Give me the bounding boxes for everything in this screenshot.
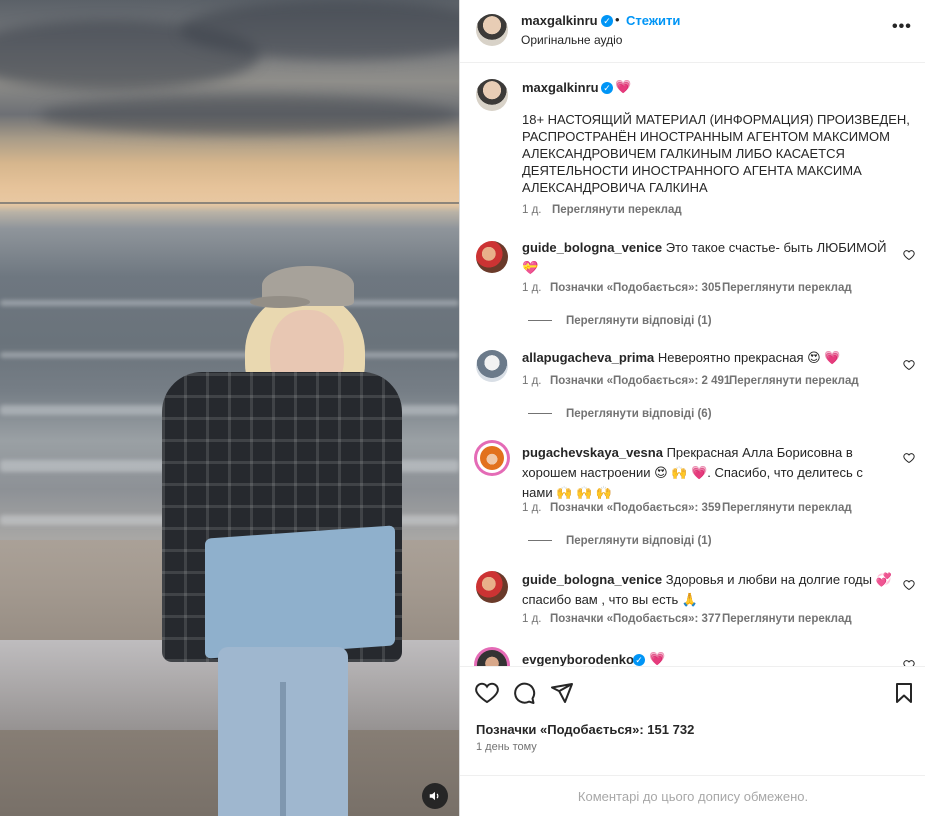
follow-button[interactable]: Стежити xyxy=(626,13,680,28)
speaker-icon-glyph xyxy=(429,791,439,801)
avatar[interactable] xyxy=(474,440,510,476)
replies-line xyxy=(528,540,552,542)
heart-emoji: 💗 xyxy=(615,79,632,94)
view-replies-button[interactable]: Переглянути відповіді (6) xyxy=(528,408,712,420)
avatar[interactable] xyxy=(476,14,508,46)
woman-figure xyxy=(150,262,410,816)
heart-emoji: 💗 xyxy=(649,651,666,666)
caption-username[interactable]: maxgalkinru xyxy=(522,80,599,95)
comment-body: Невероятно прекрасная 😍 💗 xyxy=(657,350,841,365)
comment-username[interactable]: pugachevskaya_vesna xyxy=(522,445,663,460)
comment-likes[interactable]: Позначки «Подобається»: 2 491 xyxy=(550,375,730,387)
replies-label: Переглянути відповіді (1) xyxy=(566,535,712,547)
caption-text: 18+ НАСТОЯЩИЙ МАТЕРИАЛ (ИНФОРМАЦИЯ) ПРОИ… xyxy=(522,112,910,195)
post-header: maxgalkinru ✓ • Стежити Оригінальне ауді… xyxy=(460,0,925,63)
comments-limited-notice: Коментарі до цього допису обмежено. xyxy=(460,775,925,817)
denim-shirt xyxy=(205,525,395,659)
post-video[interactable] xyxy=(0,0,459,816)
comment-likes[interactable]: Позначки «Подобається»: 359 xyxy=(550,502,721,514)
comment-username[interactable]: guide_bologna_venice xyxy=(522,572,662,587)
separator-dot: • xyxy=(615,12,620,27)
header-username[interactable]: maxgalkinru xyxy=(521,13,598,28)
replies-label: Переглянути відповіді (6) xyxy=(566,408,712,420)
comment-text: pugachevskaya_vesna Прекрасная Алла Бори… xyxy=(522,443,897,503)
cap-brim xyxy=(250,296,310,308)
translate-link[interactable]: Переглянути переклад xyxy=(722,282,852,294)
comment-time[interactable]: 1 д. xyxy=(522,502,542,514)
comment-username[interactable]: guide_bologna_venice xyxy=(522,240,662,255)
comment-time[interactable]: 1 д. xyxy=(522,375,542,387)
likes-count[interactable]: Позначки «Подобається»: 151 732 xyxy=(476,722,694,737)
horizon-line xyxy=(0,202,459,204)
comment-time[interactable]: 1 д. xyxy=(522,282,542,294)
comments-list[interactable]: maxgalkinru ✓ 💗 18+ НАСТОЯЩИЙ МАТЕРИАЛ (… xyxy=(460,63,925,666)
avatar[interactable] xyxy=(474,647,510,666)
post-actions: Позначки «Подобається»: 151 732 1 день т… xyxy=(460,666,925,816)
bookmark-icon[interactable] xyxy=(892,681,916,705)
translate-link[interactable]: Переглянути переклад xyxy=(729,375,859,387)
heart-icon[interactable] xyxy=(903,452,915,464)
post-side-panel: maxgalkinru ✓ • Стежити Оригінальне ауді… xyxy=(459,0,925,816)
speaker-icon[interactable] xyxy=(422,783,448,809)
comment-text: guide_bologna_venice Это такое счастье- … xyxy=(522,238,897,278)
heart-icon[interactable] xyxy=(903,659,915,666)
avatar-image xyxy=(480,446,504,470)
verified-badge-icon: ✓ xyxy=(601,15,613,27)
translate-link[interactable]: Переглянути переклад xyxy=(722,502,852,514)
post-time[interactable]: 1 день тому xyxy=(476,741,537,753)
replies-line xyxy=(528,413,552,415)
comment-likes[interactable]: Позначки «Подобається»: 377 xyxy=(550,613,721,625)
avatar[interactable] xyxy=(476,79,508,111)
audio-label[interactable]: Оригінальне аудіо xyxy=(521,33,622,47)
avatar-image xyxy=(477,650,507,666)
avatar[interactable] xyxy=(476,241,508,273)
comment-username[interactable]: evgenyborodenko xyxy=(522,652,634,666)
avatar[interactable] xyxy=(476,571,508,603)
caption-time[interactable]: 1 д. xyxy=(522,204,542,216)
translate-link[interactable]: Переглянути переклад xyxy=(552,204,682,216)
comment-text: allapugacheva_prima Невероятно прекрасна… xyxy=(522,348,897,368)
verified-badge-icon: ✓ xyxy=(633,654,645,666)
heart-icon[interactable] xyxy=(903,579,915,591)
translate-link[interactable]: Переглянути переклад xyxy=(722,613,852,625)
cloud-shape xyxy=(40,95,459,135)
comment-time[interactable]: 1 д. xyxy=(522,613,542,625)
verified-badge-icon: ✓ xyxy=(601,82,613,94)
comment-likes[interactable]: Позначки «Подобається»: 305 xyxy=(550,282,721,294)
avatar[interactable] xyxy=(476,350,508,382)
more-options-icon[interactable]: ••• xyxy=(892,18,912,36)
view-replies-button[interactable]: Переглянути відповіді (1) xyxy=(528,315,712,327)
heart-icon[interactable] xyxy=(475,681,499,705)
share-icon[interactable] xyxy=(550,681,574,705)
comment-icon[interactable] xyxy=(512,681,536,705)
heart-icon[interactable] xyxy=(903,249,915,261)
view-replies-button[interactable]: Переглянути відповіді (1) xyxy=(528,535,712,547)
comment-text: guide_bologna_venice Здоровья и любви на… xyxy=(522,570,897,610)
comment-username[interactable]: allapugacheva_prima xyxy=(522,350,654,365)
heart-icon[interactable] xyxy=(903,359,915,371)
replies-label: Переглянути відповіді (1) xyxy=(566,315,712,327)
jeans-seam xyxy=(280,682,286,816)
instagram-post: maxgalkinru ✓ • Стежити Оригінальне ауді… xyxy=(0,0,925,816)
replies-line xyxy=(528,320,552,322)
